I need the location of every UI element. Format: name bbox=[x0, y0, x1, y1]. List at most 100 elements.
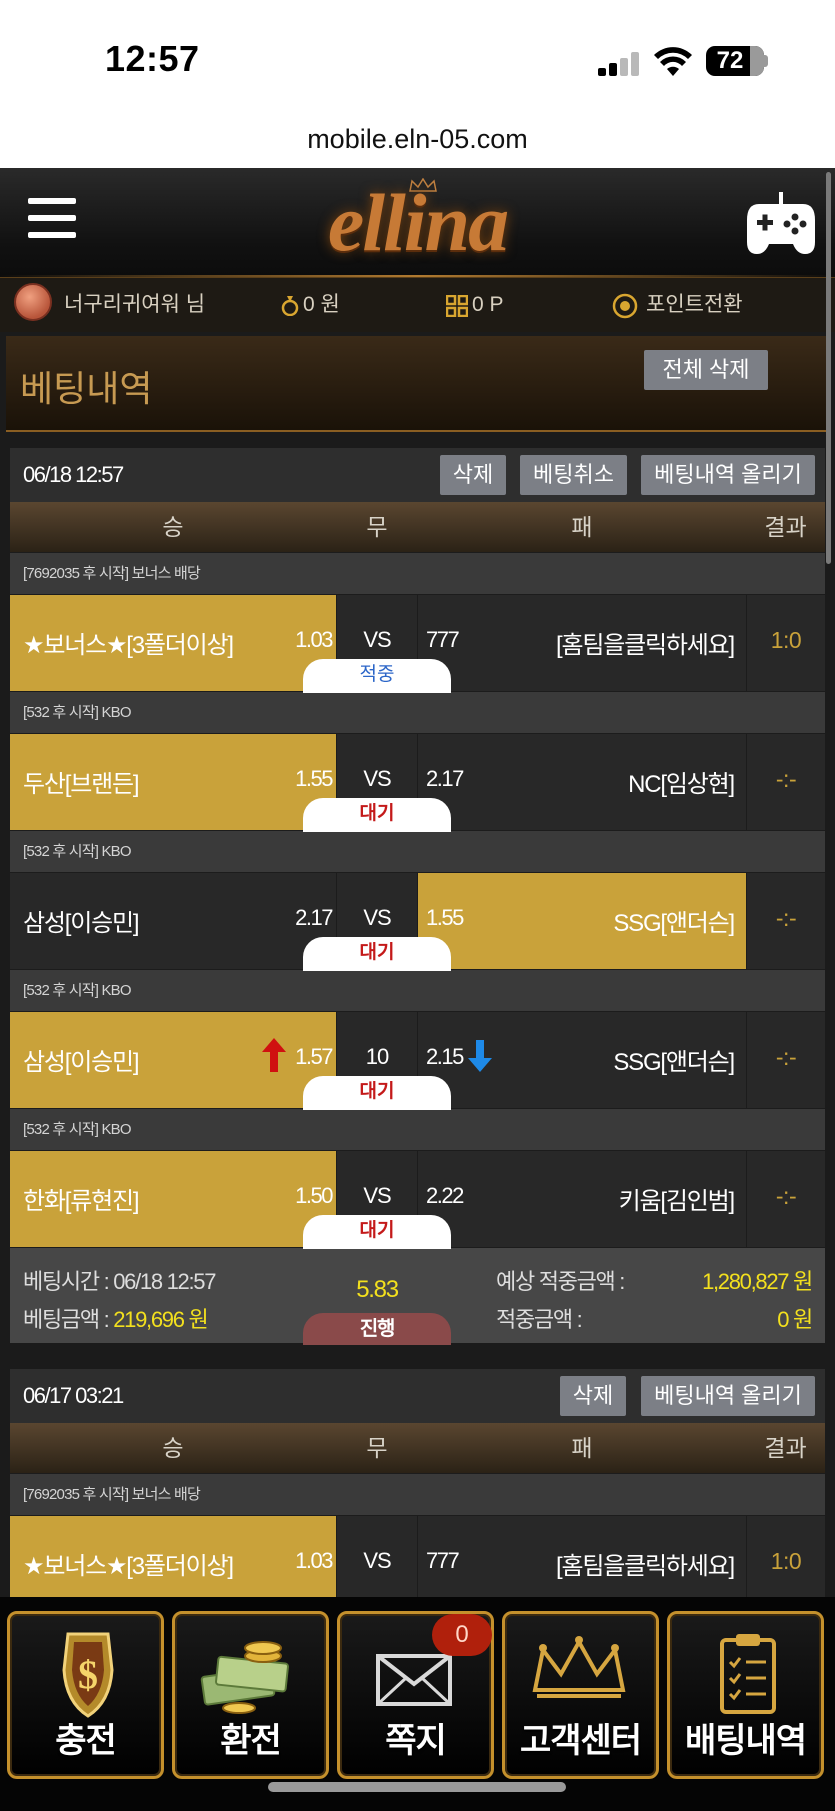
bet-amount-label: 베팅금액 : bbox=[23, 1307, 114, 1332]
bottom-nav: $ 충전 환전 쪽지 고객센터 배팅내역 bbox=[0, 1597, 835, 1811]
col-lose: 패 bbox=[571, 514, 593, 540]
home-odds: 1.03 bbox=[295, 627, 333, 652]
points-grid-icon bbox=[446, 295, 468, 317]
away-team-cell: 777 [홈팀을클릭하세요] bbox=[418, 595, 746, 692]
away-team-cell: 2.22 키움[김인범] bbox=[418, 1151, 746, 1248]
bet-time: 06/18 12:57 bbox=[113, 1269, 216, 1294]
home-team: ★보너스★[3폴더이상] bbox=[23, 632, 234, 659]
bet-date: 06/18 12:57 bbox=[23, 462, 124, 487]
won-amount: 0 원 bbox=[777, 1307, 813, 1332]
draw-value: VS bbox=[363, 905, 391, 930]
points-balance: 0 P bbox=[472, 293, 504, 316]
column-header: 승 무 패 결과 bbox=[10, 1423, 825, 1473]
home-odds: 2.17 bbox=[295, 905, 333, 930]
col-result: 결과 bbox=[764, 1435, 807, 1461]
column-header: 승 무 패 결과 bbox=[10, 502, 825, 552]
game-row: ★보너스★[3폴더이상] 1.03 VS 777 [홈팀을클릭하세요] 1:0 … bbox=[10, 594, 825, 693]
user-bar: 너구리귀여워 님 0 원 0 P 포인트전환 bbox=[0, 278, 835, 332]
home-odds: 1.50 bbox=[295, 1183, 333, 1208]
battery-icon: 72 bbox=[706, 46, 764, 76]
scrollbar[interactable] bbox=[826, 172, 831, 564]
away-odds: 2.17 bbox=[426, 766, 464, 791]
league-label: [532 후 시작] KBO bbox=[10, 969, 825, 1011]
league-label: [532 후 시작] KBO bbox=[10, 830, 825, 872]
away-odds: 777 bbox=[426, 627, 460, 652]
nav-exchange-label: 환전 bbox=[220, 1722, 282, 1760]
point-exchange-link[interactable]: 포인트전환 bbox=[646, 278, 743, 332]
away-team: SSG[앤더슨] bbox=[613, 910, 735, 937]
bet-history-list: 06/18 12:57 삭제 베팅취소 베팅내역 올리기 승 무 패 결과 [7… bbox=[10, 448, 825, 1613]
site-logo[interactable]: ellina bbox=[0, 176, 835, 270]
message-count-badge: 0 bbox=[432, 1614, 492, 1656]
nav-exchange-button[interactable]: 환전 bbox=[172, 1611, 329, 1779]
dollar-shield-icon: $ bbox=[62, 1632, 114, 1718]
odds-up-arrow-icon bbox=[262, 1038, 286, 1072]
status-badge-in-progress: 진행 bbox=[303, 1313, 451, 1345]
cancel-bet-button[interactable]: 베팅취소 bbox=[520, 455, 627, 495]
crown-icon bbox=[532, 1636, 626, 1698]
nav-history-label: 배팅내역 bbox=[684, 1722, 807, 1760]
home-team-cell: 두산[브랜든] 1.55 bbox=[10, 734, 336, 831]
wifi-icon bbox=[654, 47, 692, 76]
nav-charge-button[interactable]: $ 충전 bbox=[7, 1611, 164, 1779]
col-draw: 무 bbox=[366, 1435, 388, 1461]
away-team-cell: 2.15 SSG[앤더슨] bbox=[418, 1012, 746, 1109]
status-badge-pending: 대기 bbox=[303, 1215, 451, 1249]
nav-support-button[interactable]: 고객센터 bbox=[502, 1611, 659, 1779]
app-header: ellina bbox=[0, 168, 835, 278]
nav-support-label: 고객센터 bbox=[519, 1722, 642, 1760]
home-team: 삼성[이승민] bbox=[23, 910, 140, 937]
slip-spacer bbox=[10, 1343, 825, 1369]
url-bar[interactable]: mobile.eln-05.com bbox=[0, 124, 835, 155]
screen: 12:57 72 mobile.eln-05.com ellina 너구리귀여워… bbox=[0, 0, 835, 1811]
home-odds: 1.57 bbox=[295, 1044, 333, 1069]
col-draw: 무 bbox=[366, 514, 388, 540]
result-cell: -:- bbox=[746, 1012, 825, 1109]
gamepad-icon[interactable] bbox=[745, 190, 817, 256]
league-label: [532 후 시작] KBO bbox=[10, 691, 825, 733]
money-balance: 0 원 bbox=[303, 293, 340, 316]
result-score: 1:0 bbox=[770, 627, 802, 653]
delete-button[interactable]: 삭제 bbox=[560, 1376, 626, 1416]
nav-history-button[interactable]: 배팅내역 bbox=[667, 1611, 824, 1779]
home-team-cell: ★보너스★[3폴더이상] 1.03 bbox=[10, 595, 336, 692]
upload-history-button[interactable]: 베팅내역 올리기 bbox=[641, 1376, 815, 1416]
bet-slip: 06/18 12:57 삭제 베팅취소 베팅내역 올리기 승 무 패 결과 [7… bbox=[10, 448, 825, 1345]
draw-value: VS bbox=[363, 1183, 391, 1208]
delete-all-button[interactable]: 전체 삭제 bbox=[644, 350, 768, 390]
nav-message-label: 쪽지 bbox=[385, 1722, 447, 1760]
league-label: [532 후 시작] KBO bbox=[10, 1108, 825, 1150]
home-team: 한화[류현진] bbox=[23, 1188, 140, 1215]
username: 너구리귀여워 님 bbox=[64, 293, 206, 316]
status-badge-pending: 대기 bbox=[303, 798, 451, 832]
nav-charge-label: 충전 bbox=[55, 1722, 117, 1760]
battery-nub bbox=[764, 55, 768, 67]
cellular-signal-icon bbox=[598, 52, 642, 76]
away-team-cell: 1.55 SSG[앤더슨] bbox=[418, 873, 746, 970]
delete-button[interactable]: 삭제 bbox=[440, 455, 506, 495]
draw-value: VS bbox=[363, 766, 391, 791]
result-cell: -:- bbox=[746, 873, 825, 970]
home-team: ★보너스★[3폴더이상] bbox=[23, 1553, 234, 1580]
status-badge-hit: 적중 bbox=[303, 659, 451, 693]
bet-slip: 06/17 03:21 삭제 베팅내역 올리기 승 무 패 결과 [769203… bbox=[10, 1369, 825, 1613]
bet-time-label: 베팅시간 : bbox=[23, 1269, 114, 1294]
away-team: NC[임상현] bbox=[628, 771, 735, 798]
status-badge-pending: 대기 bbox=[303, 937, 451, 971]
total-odds: 5.83 bbox=[356, 1276, 399, 1303]
bet-amount-line: 베팅금액 : 219,696 원 bbox=[23, 1302, 209, 1334]
point-exchange-icon bbox=[612, 293, 638, 319]
upload-history-button[interactable]: 베팅내역 올리기 bbox=[641, 455, 815, 495]
bet-slip-header: 06/17 03:21 삭제 베팅내역 올리기 bbox=[10, 1369, 825, 1423]
bet-summary: 베팅시간 : 06/18 12:57 베팅금액 : 219,696 원 5.83… bbox=[10, 1247, 825, 1345]
home-team: 두산[브랜든] bbox=[23, 771, 140, 798]
col-lose: 패 bbox=[571, 1435, 593, 1461]
home-indicator[interactable] bbox=[268, 1782, 566, 1792]
game-row: 삼성[이승민] 1.57 10 2.15 SSG[앤더슨] -:- 대기 bbox=[10, 1011, 825, 1110]
won-amount-label: 적중금액 : bbox=[496, 1307, 583, 1332]
home-odds: 1.55 bbox=[295, 766, 333, 791]
draw-value: VS bbox=[363, 1548, 391, 1573]
home-team: 삼성[이승민] bbox=[23, 1049, 140, 1076]
result-cell: -:- bbox=[746, 1151, 825, 1248]
draw-value: 10 bbox=[365, 1044, 389, 1069]
